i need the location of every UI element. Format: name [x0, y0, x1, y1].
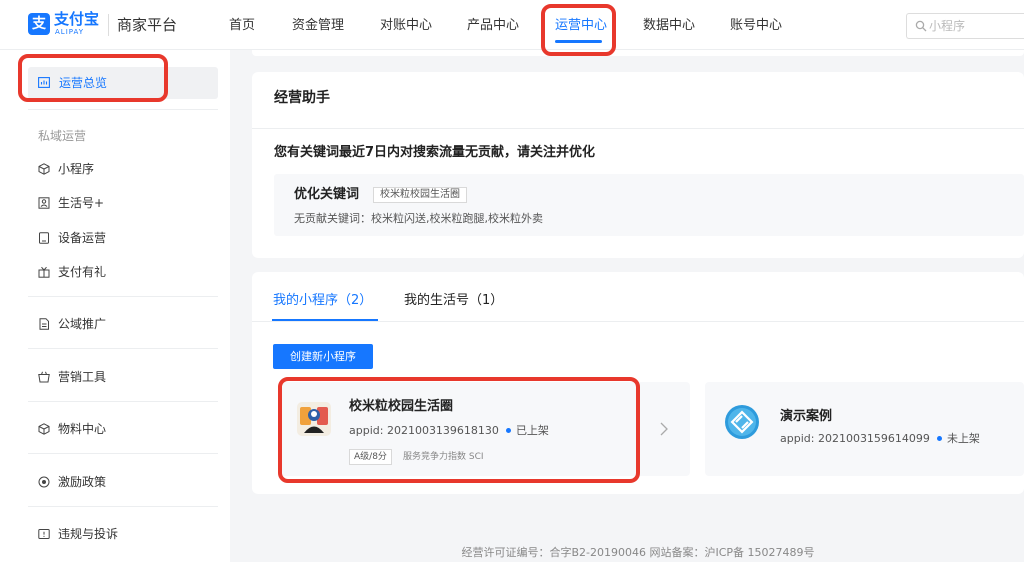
- sidebar-item-label: 营销工具: [58, 370, 107, 384]
- appid-text: appid: 2021003159614099: [780, 432, 930, 445]
- my-apps-card: 我的小程序（2） 我的生活号（1） 创建新小程序 校米粒校园生活圈 appid:…: [252, 272, 1024, 494]
- profile-card-icon: [38, 197, 50, 209]
- sidebar-divider: [28, 506, 218, 507]
- campus-app-logo-icon: [297, 402, 331, 436]
- nav-account-center[interactable]: 账号中心: [730, 17, 782, 35]
- top-header: 支 支付宝 ALIPAY 商家平台 首页 资金管理 对账中心 产品中心 运营中心…: [0, 0, 1024, 50]
- sidebar-item-label: 生活号+: [58, 196, 105, 210]
- keyword-label: 优化关键词: [294, 187, 360, 202]
- nav-operation-center[interactable]: 运营中心: [555, 17, 607, 35]
- keyword-tag: 校米粒校园生活圈: [373, 187, 467, 203]
- document-icon: [39, 318, 49, 330]
- tab-my-mini-programs[interactable]: 我的小程序（2）: [273, 292, 372, 310]
- create-mini-program-button[interactable]: 创建新小程序: [273, 344, 373, 369]
- logo-subtext: ALIPAY: [55, 28, 85, 36]
- status-dot: [505, 427, 511, 433]
- gift-icon: [38, 266, 50, 278]
- basket-icon: [38, 371, 50, 383]
- sidebar-item-label: 激励政策: [58, 475, 107, 489]
- logo-divider: [108, 14, 109, 36]
- logo-text: 支付宝: [54, 10, 100, 28]
- sidebar-divider: [28, 453, 218, 454]
- tablet-icon: [39, 232, 49, 244]
- keyword-notice: 您有关键词最近7日内对搜索流量无贡献，请关注并优化: [274, 145, 596, 160]
- platform-title: 商家平台: [117, 16, 178, 34]
- nav-product-center[interactable]: 产品中心: [467, 17, 519, 35]
- assistant-title: 经营助手: [274, 90, 330, 106]
- sidebar-item-label: 物料中心: [58, 422, 107, 436]
- status-dot: [936, 435, 942, 441]
- warning-card-icon: [38, 529, 50, 539]
- search-input[interactable]: [929, 17, 1019, 35]
- sidebar-group-title: 私域运营: [38, 129, 87, 143]
- cube-icon: [38, 163, 50, 175]
- sidebar-item-label: 公域推广: [58, 317, 107, 331]
- active-nav-indicator: [555, 40, 602, 43]
- box-icon: [38, 423, 50, 435]
- nav-home[interactable]: 首页: [229, 17, 255, 35]
- tab-divider: [252, 321, 1024, 322]
- status-text: 未上架: [946, 432, 980, 445]
- useless-keywords: 无贡献关键词：校米粒闪送,校米粒跑腿,校米粒外卖: [294, 212, 543, 225]
- sidebar: 运营总览 私域运营 小程序 生活号+ 设备运营 支付有礼 公域推广 营销工具 物…: [0, 50, 230, 562]
- status-text: 已上架: [515, 424, 549, 437]
- business-assistant-card: 经营助手 您有关键词最近7日内对搜索流量无贡献，请关注并优化 优化关键词 校米粒…: [252, 72, 1024, 258]
- sidebar-divider: [28, 296, 218, 297]
- sidebar-item-label: 设备运营: [58, 231, 107, 245]
- mini-program-name: 演示案例: [780, 409, 833, 424]
- sidebar-item-label: 违规与投诉: [58, 527, 119, 541]
- mini-program-card[interactable]: 校米粒校园生活圈 appid: 2021003139618130 已上架 A级/8…: [279, 382, 690, 476]
- appid-text: appid: 2021003139618130: [349, 424, 499, 437]
- target-icon: [38, 476, 50, 488]
- sidebar-item-label: 运营总览: [59, 76, 108, 90]
- sidebar-item-label: 支付有礼: [58, 265, 107, 279]
- mini-program-appid: appid: 2021003139618130 已上架: [349, 423, 549, 439]
- nav-reconciliation[interactable]: 对账中心: [380, 17, 432, 35]
- search-box: [906, 13, 1024, 39]
- nav-data-center[interactable]: 数据中心: [643, 17, 695, 35]
- sidebar-item-label: 小程序: [58, 162, 95, 176]
- demo-app-logo-icon: [725, 405, 759, 439]
- mini-program-name: 校米粒校园生活圈: [349, 399, 454, 414]
- sidebar-divider: [28, 109, 218, 110]
- tab-my-life-accounts[interactable]: 我的生活号（1）: [404, 292, 503, 310]
- grade-description: 服务竞争力指数 SCI: [403, 452, 484, 462]
- chevron-right-icon: [660, 422, 668, 436]
- search-icon: [915, 20, 927, 32]
- sidebar-divider: [28, 401, 218, 402]
- content-top-strip: [252, 50, 1024, 56]
- nav-fund-management[interactable]: 资金管理: [292, 17, 344, 35]
- sidebar-divider: [28, 348, 218, 349]
- assistant-divider: [252, 128, 1024, 129]
- alipay-logo-icon[interactable]: 支: [28, 13, 50, 35]
- dashboard-icon: [38, 77, 50, 88]
- footer-license: 经营许可证编号：合字B2-20190046 网站备案：沪ICP备 1502748…: [461, 546, 815, 559]
- mini-program-card[interactable]: 演示案例 appid: 2021003159614099 未上架: [705, 382, 1024, 476]
- grade-badge: A级/8分: [349, 449, 392, 465]
- mini-program-appid: appid: 2021003159614099 未上架: [780, 431, 980, 447]
- sidebar-item-overview[interactable]: 运营总览: [28, 67, 218, 99]
- keyword-panel: 优化关键词 校米粒校园生活圈 无贡献关键词：校米粒闪送,校米粒跑腿,校米粒外卖: [274, 174, 1024, 236]
